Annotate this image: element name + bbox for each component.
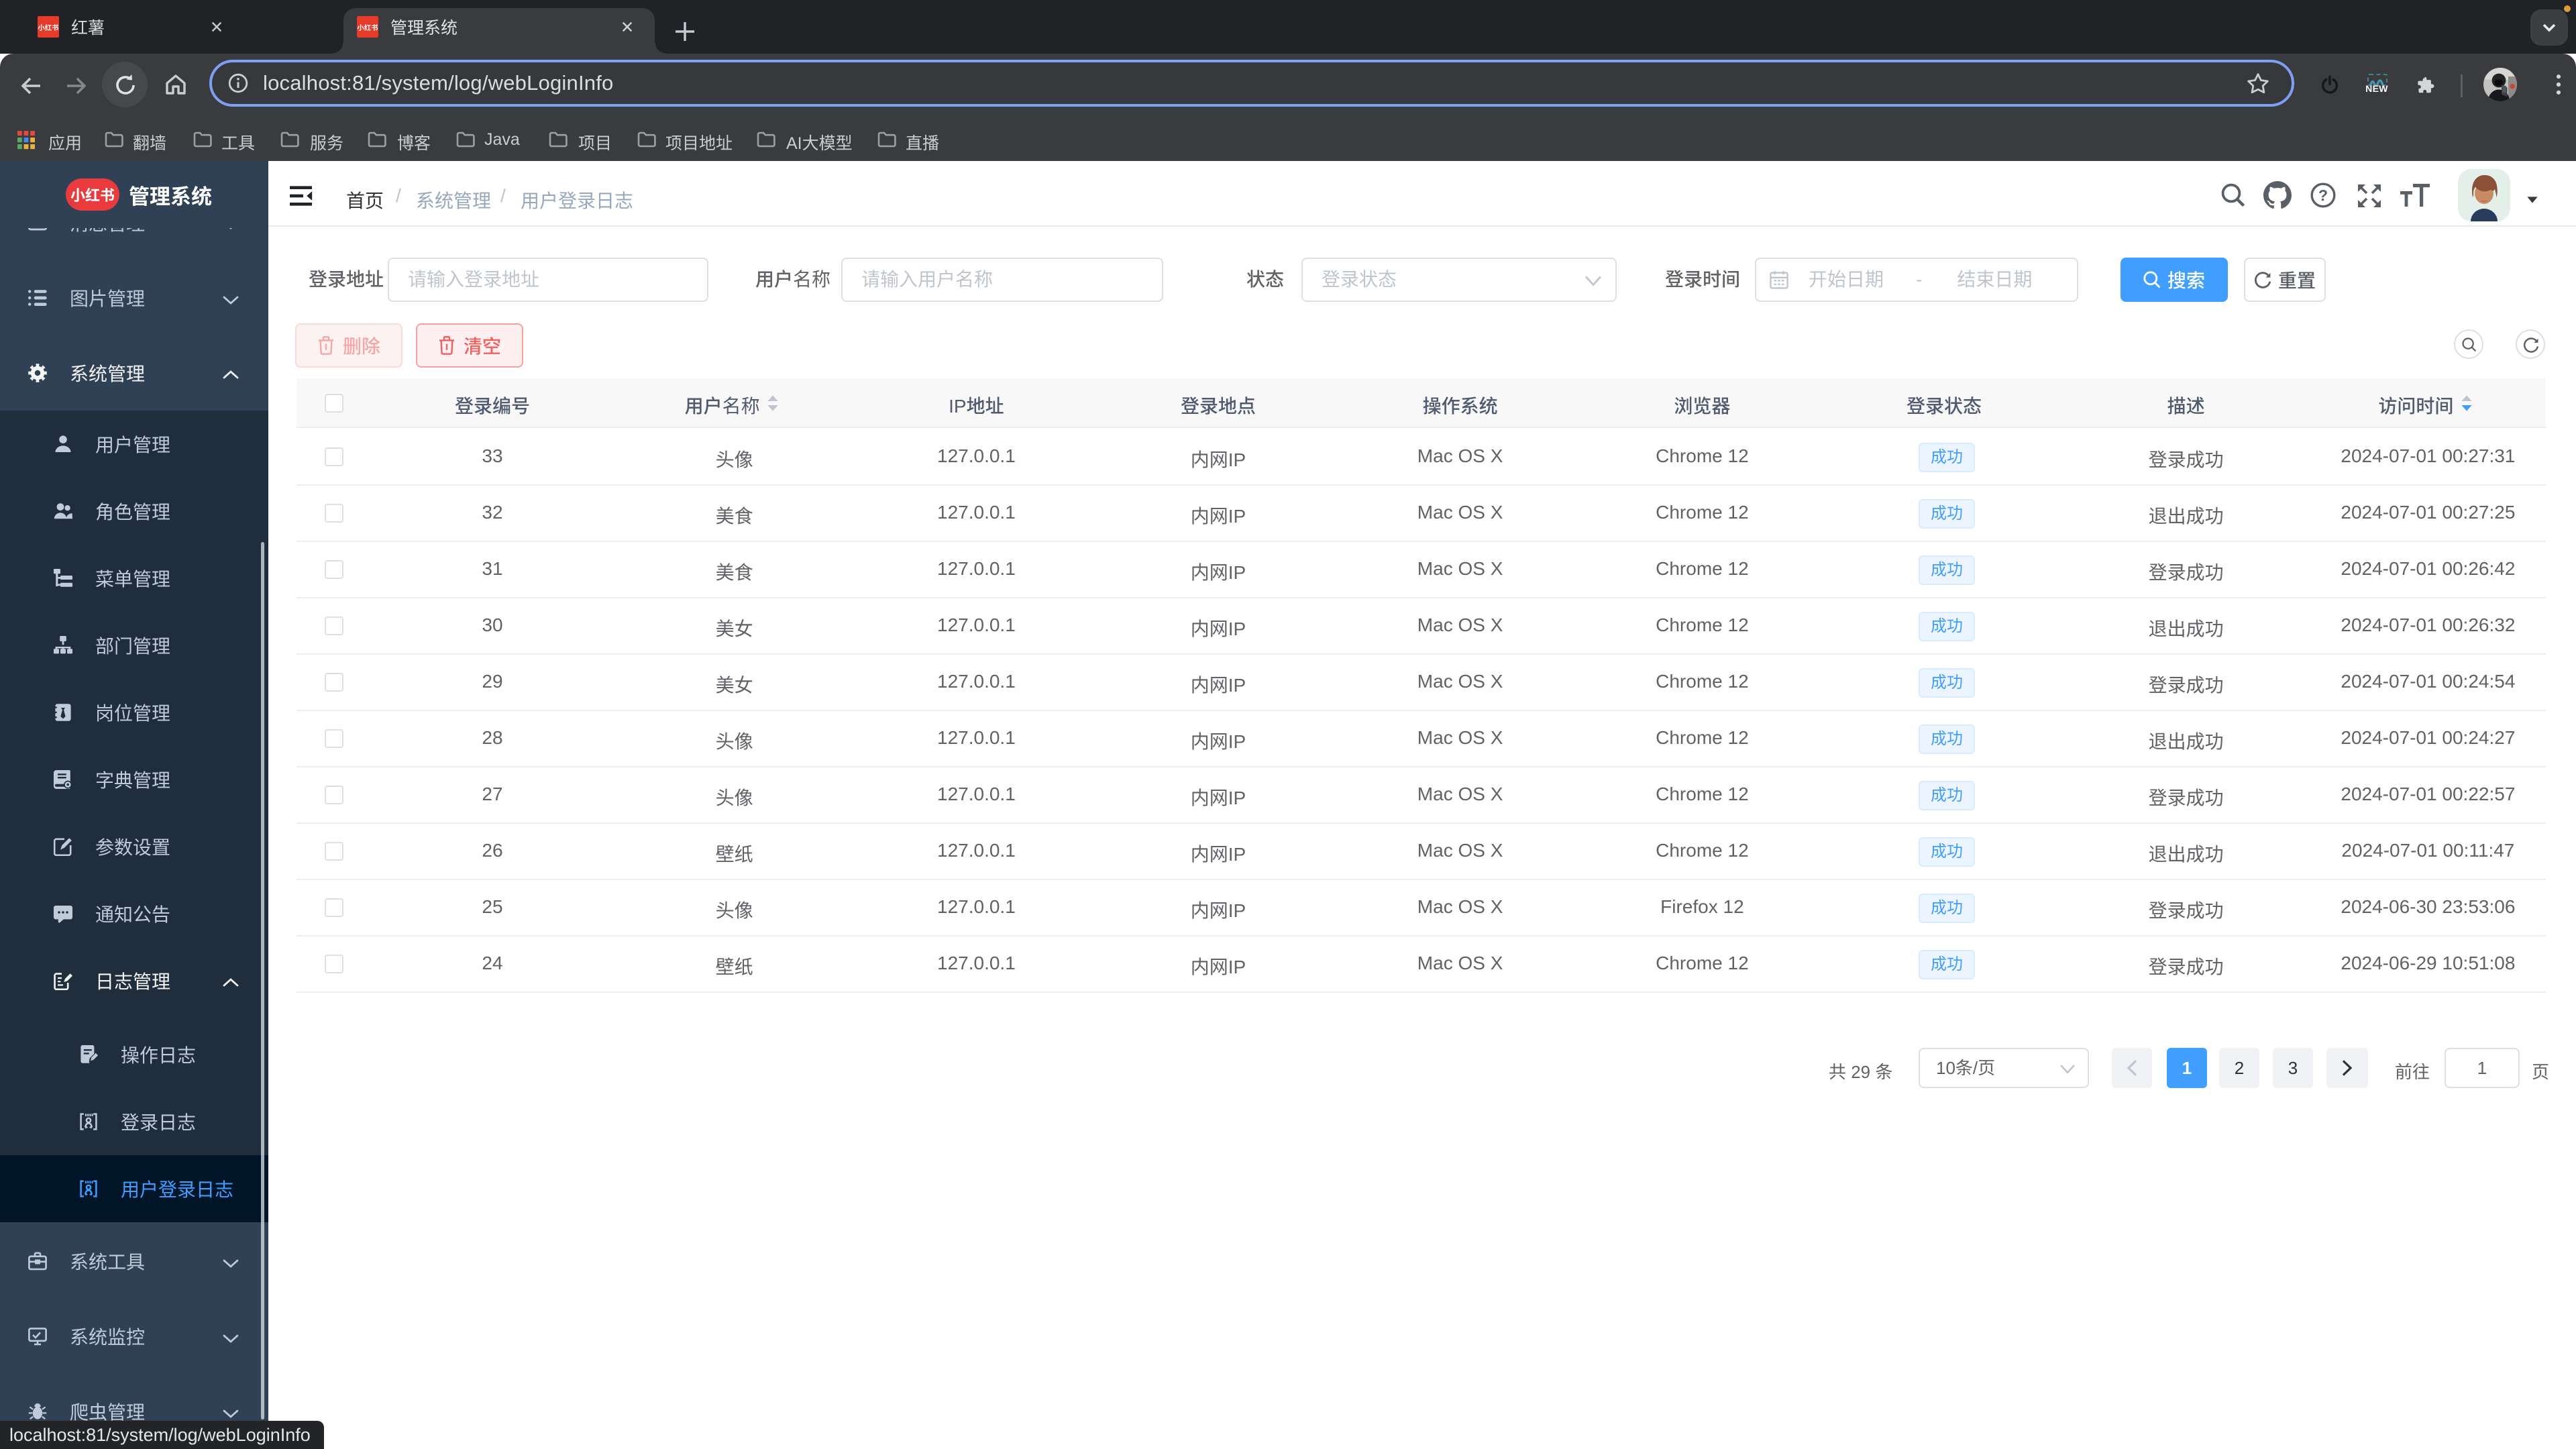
svg-text:?: ? [2318, 186, 2328, 204]
